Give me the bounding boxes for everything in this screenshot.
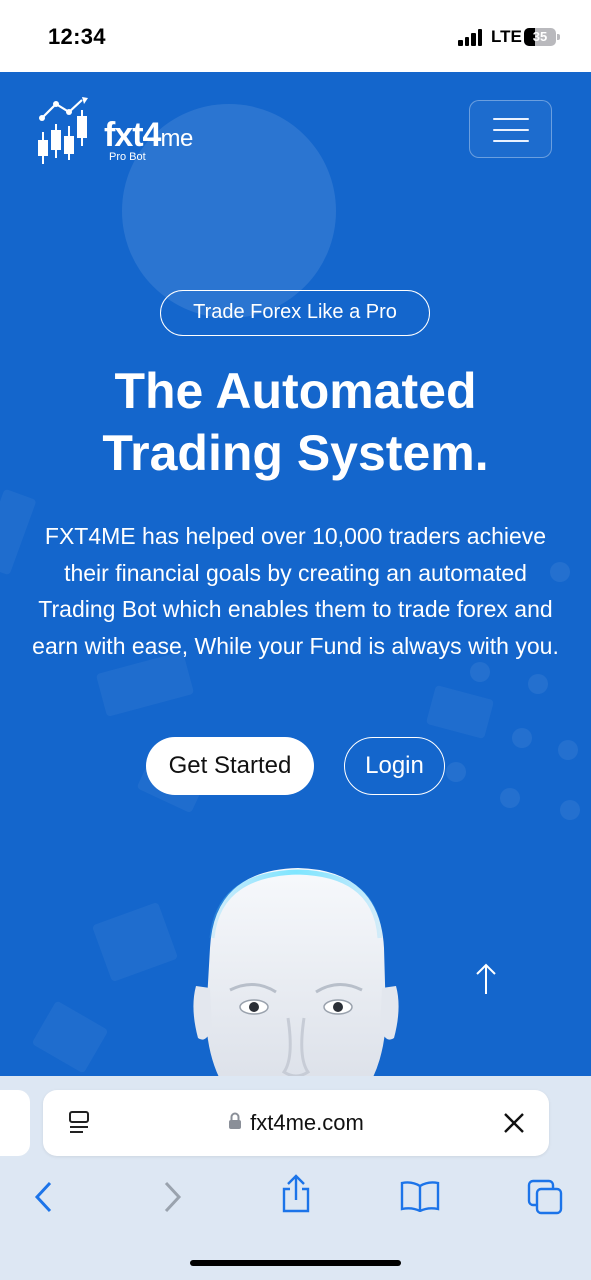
signal-icon xyxy=(458,28,486,46)
logo-suffix: me xyxy=(160,125,193,152)
battery-tip xyxy=(557,34,560,40)
lock-icon xyxy=(229,1112,242,1129)
logo-subtitle: Pro Bot xyxy=(109,151,146,163)
tagline-badge: Trade Forex Like a Pro xyxy=(160,290,430,336)
hero-section: fxt4me Pro Bot Trade Forex Like a Pro Th… xyxy=(0,72,591,1112)
decorative-dot xyxy=(470,662,490,682)
page-title: The Automated Trading System. xyxy=(0,360,591,484)
battery-level: 35 xyxy=(532,29,548,44)
previous-tab-card[interactable] xyxy=(0,1090,30,1156)
hamburger-menu-button[interactable] xyxy=(469,100,552,158)
home-indicator[interactable] xyxy=(190,1260,401,1266)
decorative-dot xyxy=(512,728,532,748)
decorative-shape xyxy=(31,1000,109,1074)
decorative-dot xyxy=(560,800,580,820)
decorative-dot xyxy=(446,762,466,782)
hamburger-menu-icon xyxy=(493,118,529,120)
decorative-dot xyxy=(528,674,548,694)
forward-icon[interactable] xyxy=(160,1180,184,1214)
candlestick-chart-icon xyxy=(38,97,88,164)
logo-wordmark: fxt4me xyxy=(104,118,193,152)
url-container[interactable]: fxt4me.com xyxy=(43,1090,549,1156)
hamburger-menu-icon xyxy=(493,140,529,142)
brand-logo[interactable]: fxt4me Pro Bot xyxy=(36,96,250,166)
reader-mode-icon[interactable] xyxy=(67,1110,93,1136)
back-icon[interactable] xyxy=(32,1180,56,1214)
tabs-icon[interactable] xyxy=(526,1178,564,1216)
decorative-dot xyxy=(558,740,578,760)
close-icon[interactable] xyxy=(503,1112,525,1134)
share-icon[interactable] xyxy=(280,1174,312,1214)
network-label: LTE xyxy=(491,27,522,46)
decorative-shape xyxy=(425,684,495,740)
status-bar: 12:34 LTE 35 xyxy=(0,0,591,72)
battery-icon: 35 xyxy=(524,28,556,46)
browser-bottom-bar: fxt4me.com xyxy=(0,1076,591,1280)
bookmarks-icon[interactable] xyxy=(400,1180,440,1212)
hamburger-menu-icon xyxy=(493,129,529,131)
headline-line-2: Trading System. xyxy=(102,425,489,481)
url-text[interactable]: fxt4me.com xyxy=(250,1110,364,1135)
login-button[interactable]: Login xyxy=(344,737,445,795)
headline-line-1: The Automated xyxy=(114,363,477,419)
hero-description: FXT4ME has helped over 10,000 traders ac… xyxy=(32,523,559,659)
decorative-shape xyxy=(91,901,179,983)
decorative-dot xyxy=(500,788,520,808)
get-started-button[interactable]: Get Started xyxy=(146,737,314,795)
address-bar[interactable]: fxt4me.com xyxy=(43,1090,549,1156)
logo-main: fxt4 xyxy=(104,116,161,154)
clock: 12:34 xyxy=(48,24,106,49)
arrow-up-icon[interactable] xyxy=(474,962,498,996)
